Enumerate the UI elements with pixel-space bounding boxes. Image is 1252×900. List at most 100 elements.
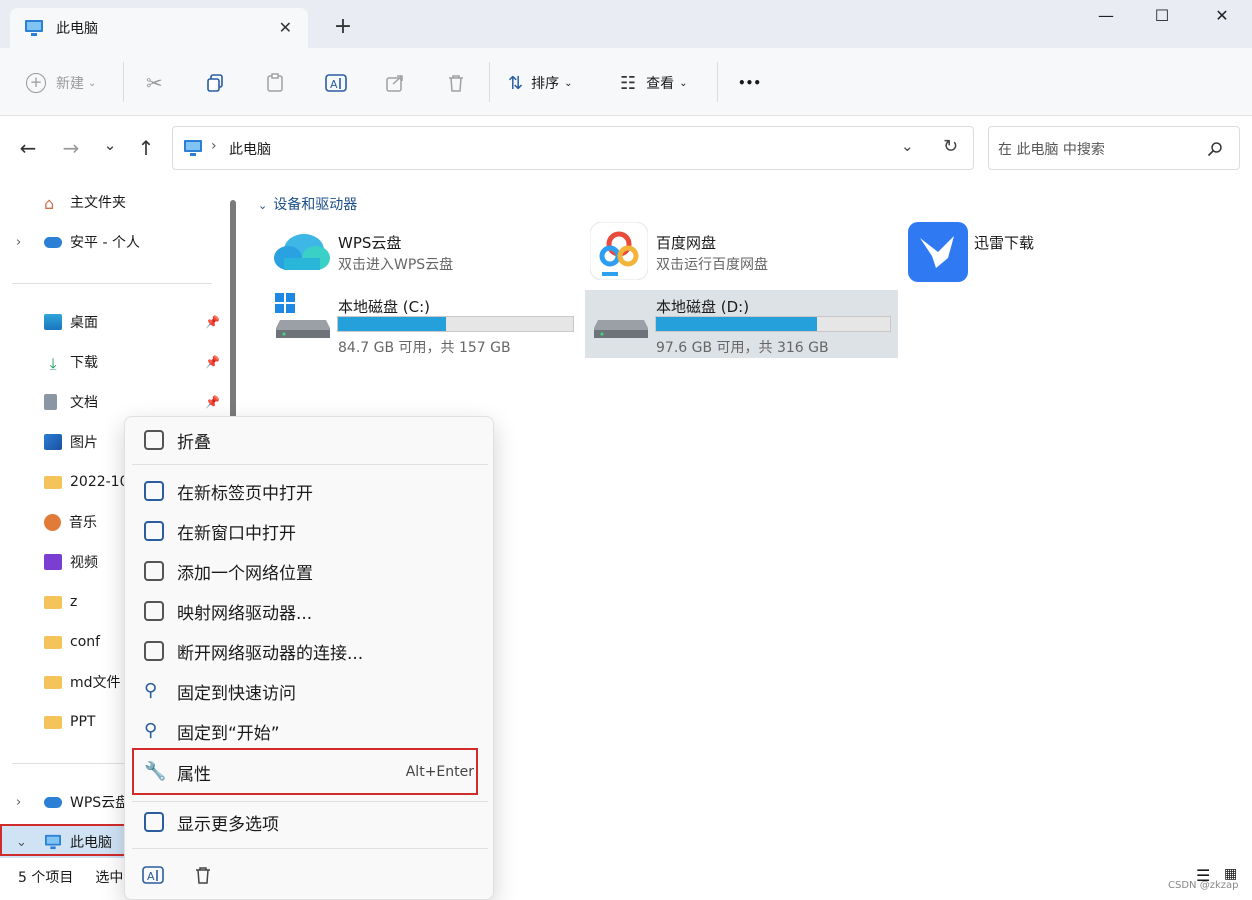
share-icon[interactable] xyxy=(385,70,405,96)
maximize-button[interactable]: ☐ xyxy=(1142,6,1182,28)
copy-icon[interactable] xyxy=(205,70,225,96)
item-subtitle: 双击进入WPS云盘 xyxy=(338,257,454,273)
svg-text:A: A xyxy=(147,870,155,883)
search-box[interactable]: 在 此电脑 中搜索 xyxy=(988,126,1240,170)
sidebar-item-desktop[interactable]: 桌面 📌 xyxy=(0,302,240,342)
network-drive-icon xyxy=(144,601,164,621)
menu-map-network-drive[interactable]: 映射网络驱动器... xyxy=(144,593,474,629)
menu-add-network-location[interactable]: 添加一个网络位置 xyxy=(144,553,474,589)
delete-icon[interactable] xyxy=(446,70,466,96)
menu-pin-quick-access[interactable]: ⚲ 固定到快速访问 xyxy=(144,673,474,709)
tab-this-pc[interactable]: 此电脑 ✕ xyxy=(10,8,308,48)
document-icon xyxy=(44,394,57,410)
item-wps-cloud[interactable]: WPS云盘 双击进入WPS云盘 xyxy=(270,222,570,284)
history-chevron-icon[interactable]: ⌄ xyxy=(901,137,914,155)
drive-free-space: 97.6 GB 可用，共 316 GB xyxy=(656,340,829,356)
search-input[interactable]: 在 此电脑 中搜索 xyxy=(998,139,1105,159)
drive-name: 本地磁盘 (C:) xyxy=(338,298,430,316)
tab-title: 此电脑 xyxy=(56,21,98,37)
wps-cloud-icon xyxy=(274,234,330,270)
new-tab-button[interactable]: + xyxy=(332,14,354,39)
open-tab-icon xyxy=(144,481,164,501)
item-name: 迅雷下载 xyxy=(974,234,1035,252)
home-icon: ⌂ xyxy=(44,194,55,213)
item-count: 5 个项目 xyxy=(18,870,74,886)
divider xyxy=(12,283,212,284)
address-bar[interactable]: › 此电脑 ⌄ ↻ xyxy=(172,126,974,170)
watermark: CSDN @zkzap xyxy=(1168,880,1239,891)
menu-disconnect-network-drive[interactable]: 断开网络驱动器的连接... xyxy=(144,633,474,669)
drive-usage-fill xyxy=(656,317,818,331)
item-subtitle: 双击运行百度网盘 xyxy=(656,257,768,273)
cloud-icon xyxy=(44,236,62,248)
disconnect-drive-icon xyxy=(144,641,164,661)
drive-usage-bar xyxy=(337,316,574,332)
monitor-icon xyxy=(25,20,43,36)
rename-icon[interactable]: A xyxy=(325,70,347,96)
monitor-icon xyxy=(184,140,202,156)
group-label: 设备和驱动器 xyxy=(273,197,358,213)
divider xyxy=(123,62,124,102)
back-arrow-icon[interactable]: ← xyxy=(16,136,40,160)
sort-label: 排序 xyxy=(531,76,560,92)
pin-icon: ⚲ xyxy=(144,720,158,741)
more-options-icon xyxy=(144,812,164,832)
delete-icon[interactable] xyxy=(193,865,213,889)
sort-button[interactable]: ⇅ 排序 ⌄ xyxy=(508,70,572,96)
pictures-icon xyxy=(44,434,62,450)
folder-icon xyxy=(44,475,62,489)
divider xyxy=(489,62,490,102)
close-window-button[interactable]: ✕ xyxy=(1202,6,1242,28)
divider xyxy=(132,801,488,802)
sidebar-item-onedrive[interactable]: › 安平 - 个人 xyxy=(0,222,240,262)
drive-d[interactable]: 本地磁盘 (D:) 97.6 GB 可用，共 316 GB xyxy=(585,290,898,358)
new-label: 新建 xyxy=(56,76,84,92)
rename-icon[interactable]: A xyxy=(142,864,164,890)
menu-pin-start[interactable]: ⚲ 固定到“开始” xyxy=(144,713,474,749)
folder-icon xyxy=(44,675,62,689)
breadcrumb[interactable]: 此电脑 xyxy=(229,139,271,159)
pin-icon[interactable]: 📌 xyxy=(205,315,220,329)
forward-arrow-icon[interactable]: → xyxy=(59,136,83,160)
item-baidu-netdisk[interactable]: 百度网盘 双击运行百度网盘 xyxy=(588,222,888,284)
pin-icon[interactable]: 📌 xyxy=(205,355,220,369)
drive-free-space: 84.7 GB 可用，共 157 GB xyxy=(338,340,511,356)
sort-icon: ⇅ xyxy=(508,72,524,94)
divider xyxy=(132,464,488,465)
paste-icon[interactable] xyxy=(265,70,285,96)
drive-icon xyxy=(594,320,648,338)
menu-collapse[interactable]: 折叠 xyxy=(144,422,474,458)
view-button[interactable]: ☷ 查看 ⌄ xyxy=(620,70,688,96)
open-window-icon xyxy=(144,521,164,541)
up-arrow-icon[interactable]: ↑ xyxy=(134,136,158,160)
cut-icon[interactable]: ✂ xyxy=(146,70,163,96)
pin-icon[interactable]: 📌 xyxy=(205,395,220,409)
menu-open-new-tab[interactable]: 在新标签页中打开 xyxy=(144,473,474,509)
folder-icon xyxy=(44,595,62,609)
baidu-netdisk-icon xyxy=(590,222,648,280)
item-name: 百度网盘 xyxy=(656,234,717,252)
svg-text:A: A xyxy=(330,78,338,91)
minimize-button[interactable]: — xyxy=(1086,6,1126,28)
more-options-icon[interactable]: ••• xyxy=(738,70,761,96)
drive-c[interactable]: 本地磁盘 (C:) 84.7 GB 可用，共 157 GB xyxy=(270,290,580,356)
folder-icon xyxy=(44,635,62,649)
view-icon: ☷ xyxy=(620,72,637,94)
drive-name: 本地磁盘 (D:) xyxy=(656,298,750,316)
refresh-icon[interactable]: ↻ xyxy=(943,136,958,157)
new-button[interactable]: + 新建 ⌄ xyxy=(26,70,96,96)
search-icon xyxy=(1207,142,1222,157)
menu-show-more-options[interactable]: 显示更多选项 xyxy=(144,804,474,840)
video-icon xyxy=(44,554,62,570)
item-xunlei-download[interactable]: 迅雷下载 xyxy=(906,222,1106,284)
xunlei-bird-icon xyxy=(908,222,968,282)
close-tab-icon[interactable]: ✕ xyxy=(279,18,292,37)
recent-chevron-icon[interactable]: ⌄ xyxy=(98,136,122,154)
group-header[interactable]: ⌄ 设备和驱动器 xyxy=(258,194,357,214)
sidebar-scrollbar[interactable] xyxy=(230,200,236,420)
sidebar-item-downloads[interactable]: ⤓ 下载 📌 xyxy=(0,342,240,382)
sidebar-item-home[interactable]: ⌂ 主文件夹 xyxy=(0,182,240,222)
breadcrumb-chevron-icon: › xyxy=(211,138,217,154)
selection-count: 选中 xyxy=(95,870,124,886)
menu-open-new-window[interactable]: 在新窗口中打开 xyxy=(144,513,474,549)
